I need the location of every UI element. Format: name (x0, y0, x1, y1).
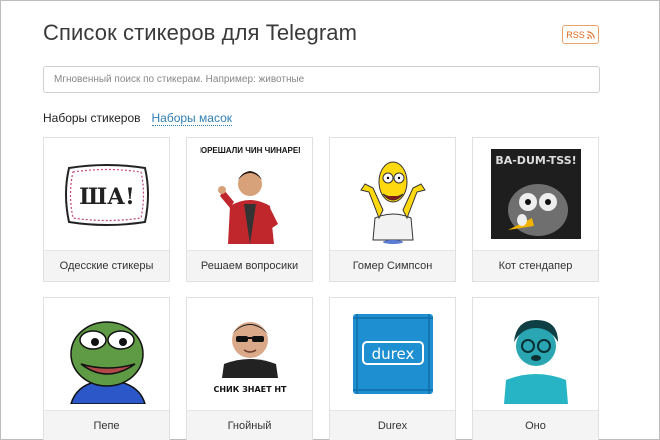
sticker-card[interactable]: Пепе (43, 297, 170, 440)
sha-pillow-image: ША! (64, 164, 149, 226)
sticker-set-name: Оно (473, 410, 598, 440)
homer-simpson-image (359, 161, 426, 244)
sticker-grid: ША! Одесские стикеры ПОРЕШАЛИ ЧИН ЧИНАРЕ… (43, 137, 599, 440)
badum-text: BA-DUM-TSS! (495, 154, 576, 167)
sticker-set-name: Одесские стикеры (44, 250, 169, 281)
sticker-preview: ША! (44, 138, 169, 250)
rss-icon (586, 30, 595, 39)
sticker-set-name: Durex (330, 410, 455, 440)
sticker-set-name: Решаем вопросики (187, 250, 312, 281)
sticker-caption-text: СНИК ЗНАЕТ НТ (213, 385, 287, 394)
sticker-preview: ПОРЕШАЛИ ЧИН ЧИНАРЕМ (187, 138, 312, 250)
sticker-card[interactable]: ПОРЕШАЛИ ЧИН ЧИНАРЕМ Решаем вопросики (186, 137, 313, 282)
man-red-jacket-image: ПОРЕШАЛИ ЧИН ЧИНАРЕМ (200, 146, 300, 244)
sticker-preview: BA-DUM-TSS! (473, 138, 598, 250)
sticker-set-name: Кот стендапер (473, 250, 598, 281)
sticker-preview (473, 298, 598, 410)
sticker-card[interactable]: durex Durex (329, 297, 456, 440)
sticker-caption-text: ПОРЕШАЛИ ЧИН ЧИНАРЕМ (200, 146, 300, 155)
tab-sticker-sets[interactable]: Наборы стикеров (43, 111, 141, 126)
rss-label: RSS (566, 29, 585, 40)
pepe-frog-image (69, 321, 146, 404)
search-input[interactable] (43, 66, 600, 93)
sticker-card[interactable]: ША! Одесские стикеры (43, 137, 170, 282)
standup-cat-image: BA-DUM-TSS! (490, 149, 581, 239)
sticker-set-name: Гнойный (187, 410, 312, 440)
rapper-sunglasses-image: СНИК ЗНАЕТ НТ (213, 322, 287, 394)
tab-mask-sets[interactable]: Наборы масок (151, 111, 233, 126)
boy-teal-image (503, 320, 568, 404)
tabs: Наборы стикеров Наборы масок (43, 111, 233, 126)
sticker-preview (330, 138, 455, 250)
sticker-set-name: Пепе (44, 410, 169, 440)
sticker-preview: durex (330, 298, 455, 410)
page-title: Список стикеров для Telegram (43, 20, 358, 45)
sticker-card[interactable]: Гомер Симпсон (329, 137, 456, 282)
durex-logo-text: durex (371, 345, 414, 363)
sticker-set-name: Гомер Симпсон (330, 250, 455, 281)
sticker-preview: СНИК ЗНАЕТ НТ (187, 298, 312, 410)
sticker-preview (44, 298, 169, 410)
sha-text: ША! (79, 184, 134, 210)
rss-button[interactable]: RSS (562, 25, 599, 44)
durex-pack-image: durex (352, 314, 433, 394)
sticker-card[interactable]: BA-DUM-TSS! Кот стендапер (472, 137, 599, 282)
sticker-card[interactable]: СНИК ЗНАЕТ НТ Гнойный (186, 297, 313, 440)
sticker-card[interactable]: Оно (472, 297, 599, 440)
